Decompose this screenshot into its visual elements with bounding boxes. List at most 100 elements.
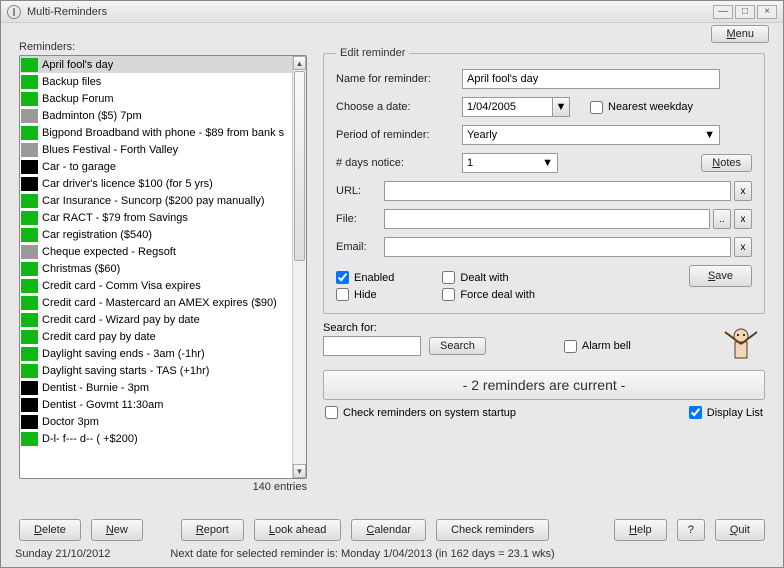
name-input[interactable] [462,69,720,89]
list-item-label: Dentist - Govmt 11:30am [42,399,163,411]
nearest-weekday-checkbox[interactable] [590,101,603,114]
startup-checkbox[interactable] [325,406,338,419]
color-swatch [21,296,38,310]
list-item[interactable]: Credit card pay by date [20,328,292,345]
list-item-label: Car RACT - $79 from Savings [42,212,188,224]
list-item[interactable]: Badminton ($5) 7pm [20,107,292,124]
calendar-button[interactable]: Calendar [351,519,426,541]
list-item[interactable]: Backup Forum [20,90,292,107]
color-swatch [21,177,38,191]
minimize-button[interactable]: — [713,5,733,19]
color-swatch [21,194,38,208]
list-item[interactable]: Backup files [20,73,292,90]
list-item[interactable]: Car - to garage [20,158,292,175]
app-window: Multi-Reminders — □ × Menu Reminders: Ap… [0,0,784,568]
hide-checkbox[interactable] [336,288,349,301]
period-label: Period of reminder: [336,129,462,141]
look-ahead-button[interactable]: Look ahead [254,519,342,541]
notes-button[interactable]: Notes [701,154,752,172]
scrollbar[interactable]: ▲ ▼ [292,56,306,478]
list-item[interactable]: Car registration ($540) [20,226,292,243]
force-deal-checkbox[interactable] [442,288,455,301]
list-item[interactable]: Cheque expected - Regsoft [20,243,292,260]
list-item[interactable]: Car Insurance - Suncorp ($200 pay manual… [20,192,292,209]
list-item[interactable]: Daylight saving ends - 3am (-1hr) [20,345,292,362]
delete-button[interactable]: Delete [19,519,81,541]
list-item[interactable]: Blues Festival - Forth Valley [20,141,292,158]
url-clear-button[interactable]: x [734,181,752,201]
scroll-thumb[interactable] [294,71,305,261]
list-item[interactable]: Dentist - Govmt 11:30am [20,396,292,413]
list-item-label: Daylight saving ends - 3am (-1hr) [42,348,205,360]
list-item[interactable]: Credit card - Mastercard an AMEX expires… [20,294,292,311]
close-button[interactable]: × [757,5,777,19]
list-item[interactable]: Bigpond Broadband with phone - $89 from … [20,124,292,141]
help-question-button[interactable]: ? [677,519,705,541]
list-item[interactable]: D-l- f--- d-- ( +$200) [20,430,292,447]
date-label: Choose a date: [336,101,462,113]
new-button[interactable]: New [91,519,143,541]
color-swatch [21,58,38,72]
date-input[interactable] [462,97,552,117]
list-item[interactable]: Credit card - Wizard pay by date [20,311,292,328]
list-item-label: Car - to garage [42,161,116,173]
list-item[interactable]: Christmas ($60) [20,260,292,277]
list-item-label: Christmas ($60) [42,263,120,275]
list-item-label: Dentist - Burnie - 3pm [42,382,149,394]
enabled-checkbox[interactable] [336,271,349,284]
reminders-listbox[interactable]: April fool's day Backup files Backup Forum… [19,55,307,479]
scroll-down-button[interactable]: ▼ [293,464,306,478]
color-swatch [21,432,38,446]
color-swatch [21,92,38,106]
list-item[interactable]: Car driver's licence $100 (for 5 yrs) [20,175,292,192]
color-swatch [21,228,38,242]
list-item-label: Car driver's licence $100 (for 5 yrs) [42,178,213,190]
color-swatch [21,381,38,395]
list-item-label: Backup files [42,76,101,88]
list-item-label: Car Insurance - Suncorp ($200 pay manual… [42,195,265,207]
file-label: File: [336,213,384,225]
check-reminders-button[interactable]: Check reminders [436,519,549,541]
email-clear-button[interactable]: x [734,237,752,257]
file-clear-button[interactable]: x [734,209,752,229]
color-swatch [21,313,38,327]
list-item[interactable]: Dentist - Burnie - 3pm [20,379,292,396]
dealt-with-checkbox[interactable] [442,271,455,284]
list-item-label: Car registration ($540) [42,229,152,241]
search-input[interactable] [323,336,421,356]
list-item[interactable]: Car RACT - $79 from Savings [20,209,292,226]
notice-select[interactable]: 1▼ [462,153,558,173]
display-list-checkbox[interactable] [689,406,702,419]
help-button[interactable]: Help [614,519,667,541]
file-input[interactable] [384,209,710,229]
period-select[interactable]: Yearly▼ [462,125,720,145]
entries-count: 140 entries [19,481,307,493]
alarm-bell-checkbox[interactable] [564,340,577,353]
list-item[interactable]: Doctor 3pm [20,413,292,430]
list-item-label: Credit card - Mastercard an AMEX expires… [42,297,277,309]
maximize-button[interactable]: □ [735,5,755,19]
current-reminders-banner[interactable]: - 2 reminders are current - [323,370,765,400]
scroll-up-button[interactable]: ▲ [293,56,306,70]
app-icon [7,5,21,19]
report-button[interactable]: Report [181,519,244,541]
list-item-label: Doctor 3pm [42,416,99,428]
email-label: Email: [336,241,384,253]
color-swatch [21,126,38,140]
nearest-weekday-label: Nearest weekday [608,101,693,113]
list-item[interactable]: Daylight saving starts - TAS (+1hr) [20,362,292,379]
menu-button[interactable]: Menu [711,25,769,43]
date-dropdown-button[interactable]: ▼ [552,97,570,117]
color-swatch [21,75,38,89]
list-item[interactable]: April fool's day [20,56,292,73]
url-input[interactable] [384,181,731,201]
search-button[interactable]: Search [429,337,486,355]
search-label: Search for: [323,322,765,334]
email-input[interactable] [384,237,731,257]
file-browse-button[interactable]: .. [713,209,731,229]
save-button[interactable]: Save [689,265,752,287]
edit-legend: Edit reminder [336,47,409,59]
quit-button[interactable]: Quit [715,519,765,541]
list-item-label: D-l- f--- d-- ( +$200) [42,433,138,445]
list-item[interactable]: Credit card - Comm Visa expires [20,277,292,294]
